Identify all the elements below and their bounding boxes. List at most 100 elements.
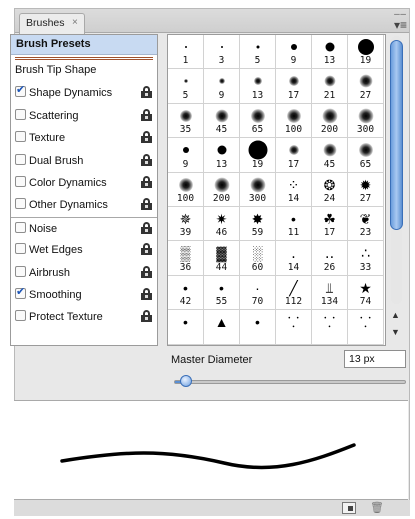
lock-icon[interactable] [141, 86, 152, 99]
brush-preset-cell[interactable]: 17 [276, 138, 312, 173]
option-noise[interactable]: Noise [11, 216, 157, 239]
brush-preset-cell[interactable]: ‥ 26 [312, 241, 348, 276]
lock-icon[interactable] [141, 265, 152, 278]
airbrush-checkbox[interactable] [15, 265, 26, 277]
option-shape-dynamics[interactable]: Shape Dynamics [11, 82, 157, 104]
brush-preset-cell[interactable]: ❂ 24 [312, 172, 348, 207]
lock-icon[interactable] [141, 221, 152, 234]
brush-preset-cell[interactable]: ✵ 39 [168, 206, 204, 242]
brush-preset-cell[interactable]: • [168, 310, 204, 345]
brush-preset-cell[interactable]: 3 [204, 35, 240, 70]
brush-preset-cell[interactable]: ❦ 23 [348, 206, 384, 242]
lock-icon[interactable] [141, 198, 152, 211]
brush-preset-cell[interactable]: 9 [276, 35, 312, 70]
brush-preset-cell[interactable]: ░ 60 [240, 241, 276, 276]
protect-texture-checkbox[interactable] [15, 310, 26, 322]
brush-preset-cell[interactable]: • 42 [168, 275, 204, 311]
brush-preset-cell[interactable]: 45 [312, 138, 348, 173]
new-preset-icon[interactable] [342, 502, 356, 514]
shape-dynamics-checkbox[interactable] [15, 83, 26, 98]
dual-brush-checkbox[interactable] [15, 153, 26, 165]
brush-preset-cell[interactable]: ⁘ 14 [276, 172, 312, 207]
brush-preset-cell[interactable]: ★ 74 [348, 275, 384, 311]
option-protect-texture[interactable]: Protect Texture [11, 306, 157, 328]
tab-brushes[interactable]: Brushes × [19, 13, 85, 34]
brush-preset-cell[interactable]: • 55 [204, 275, 240, 311]
brush-preset-cell[interactable]: ⸪ [348, 310, 384, 345]
brush-preset-cell[interactable]: ⫫ 134 [312, 275, 348, 311]
brush-preset-cell[interactable]: 19 [240, 138, 276, 173]
brush-preset-cell[interactable]: 300 [348, 103, 384, 139]
brush-preset-cell[interactable]: ✸ 59 [240, 206, 276, 242]
texture-checkbox[interactable] [15, 131, 26, 143]
smoothing-checkbox[interactable] [15, 285, 26, 299]
brush-preset-cell[interactable]: 300 [240, 172, 276, 207]
brush-preset-cell[interactable]: ⸪ [312, 310, 348, 345]
brush-preset-cell[interactable]: ∴ 33 [348, 241, 384, 276]
option-color-dynamics[interactable]: Color Dynamics [11, 172, 157, 194]
brush-preset-cell[interactable]: · 70 [240, 275, 276, 311]
brush-preset-cell[interactable]: 27 [348, 69, 384, 104]
close-icon[interactable]: × [72, 17, 78, 28]
option-wet-edges[interactable]: Wet Edges [11, 239, 157, 261]
brush-presets-item[interactable]: Brush Presets [11, 35, 157, 55]
brush-preset-cell[interactable]: 100 [276, 103, 312, 139]
scroll-down-icon[interactable]: ▼ [391, 327, 400, 337]
brush-preset-cell[interactable]: 200 [312, 103, 348, 139]
grid-scrollbar[interactable]: ▲ ▼ [389, 34, 404, 346]
brush-preset-cell[interactable]: 65 [348, 138, 384, 173]
brush-preset-cell[interactable]: 9 [168, 138, 204, 173]
brush-preset-cell[interactable]: • [240, 310, 276, 345]
option-other-dynamics[interactable]: Other Dynamics [11, 194, 157, 216]
brush-preset-cell[interactable]: ․ 14 [276, 241, 312, 276]
brush-preset-cell[interactable]: ╱ 112 [276, 275, 312, 311]
brush-preset-cell[interactable]: 5 [240, 35, 276, 70]
brush-preset-cell[interactable]: 35 [168, 103, 204, 139]
scroll-up-icon[interactable]: ▲ [391, 310, 400, 320]
trash-icon[interactable]: 🗑 [370, 502, 384, 514]
option-smoothing[interactable]: Smoothing [11, 284, 157, 306]
brush-preset-cell[interactable]: 13 [204, 138, 240, 173]
brush-preset-cell[interactable]: ☘ 17 [312, 206, 348, 242]
lock-icon[interactable] [141, 310, 152, 323]
panel-menu-icon[interactable]: ▾≡ [394, 18, 407, 32]
slider-knob[interactable] [180, 375, 192, 387]
lock-icon[interactable] [141, 243, 152, 256]
brush-preset-cell[interactable]: ✹ 27 [348, 172, 384, 207]
brush-preset-cell[interactable]: 1 [168, 35, 204, 70]
noise-checkbox[interactable] [15, 221, 26, 233]
brush-preset-cell[interactable]: 5 [168, 69, 204, 104]
wet-edges-checkbox[interactable] [15, 243, 26, 255]
option-scattering[interactable]: Scattering [11, 105, 157, 127]
scroll-thumb[interactable] [390, 40, 403, 230]
option-airbrush[interactable]: Airbrush [11, 262, 157, 284]
color-dynamics-checkbox[interactable] [15, 175, 26, 187]
lock-icon[interactable] [141, 108, 152, 121]
brush-preset-cell[interactable]: 9 [204, 69, 240, 104]
brush-tip-shape-item[interactable]: Brush Tip Shape [11, 60, 157, 82]
brush-preset-cell[interactable]: 65 [240, 103, 276, 139]
lock-icon[interactable] [141, 131, 152, 144]
brush-preset-cell[interactable]: ▒ 36 [168, 241, 204, 276]
brush-preset-cell[interactable]: 45 [204, 103, 240, 139]
brush-preset-cell[interactable]: 17 [276, 69, 312, 104]
brush-preset-cell[interactable]: • 11 [276, 206, 312, 242]
brush-preset-cell[interactable]: ▓ 44 [204, 241, 240, 276]
option-dual-brush[interactable]: Dual Brush [11, 150, 157, 172]
brush-preset-cell[interactable]: 200 [204, 172, 240, 207]
brush-preset-cell[interactable]: ▲ [204, 310, 240, 345]
brush-preset-cell[interactable]: ⸪ [276, 310, 312, 345]
brush-preset-cell[interactable]: 21 [312, 69, 348, 104]
lock-icon[interactable] [141, 287, 152, 300]
lock-icon[interactable] [141, 175, 152, 188]
brush-preset-cell[interactable]: 13 [240, 69, 276, 104]
brush-preset-cell[interactable]: ✷ 46 [204, 206, 240, 242]
brush-preset-cell[interactable]: 100 [168, 172, 204, 207]
scattering-checkbox[interactable] [15, 108, 26, 120]
lock-icon[interactable] [141, 153, 152, 166]
brush-preset-cell[interactable]: 19 [348, 35, 384, 70]
option-texture[interactable]: Texture [11, 127, 157, 149]
brush-preset-cell[interactable]: 13 [312, 35, 348, 70]
master-diameter-input[interactable] [344, 350, 406, 368]
other-dynamics-checkbox[interactable] [15, 198, 26, 210]
